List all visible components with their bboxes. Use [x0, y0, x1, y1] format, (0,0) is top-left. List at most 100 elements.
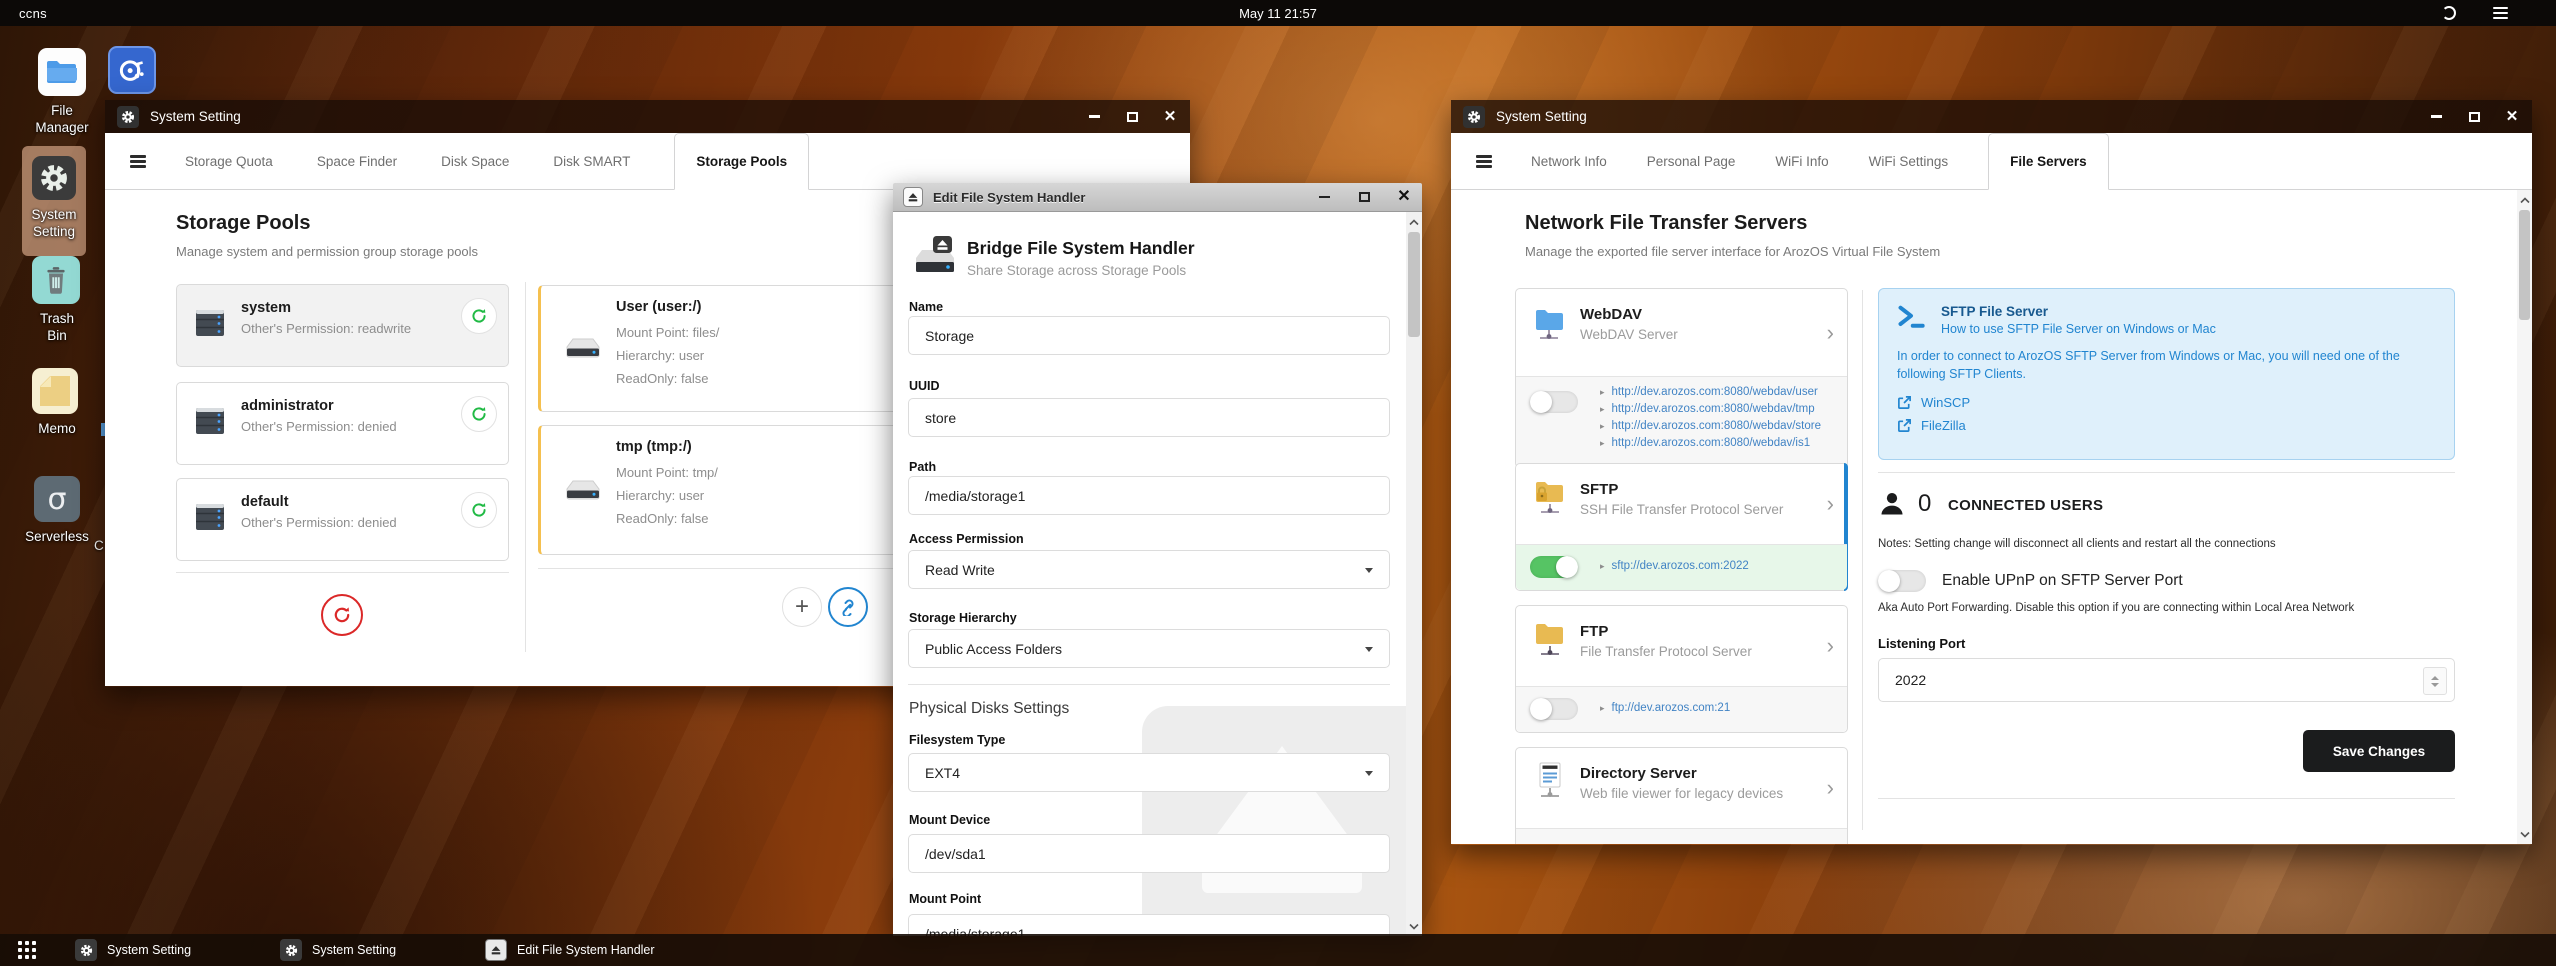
- tab-storage-pools[interactable]: Storage Pools: [674, 133, 810, 190]
- window1-tabbar: Storage Quota Space Finder Disk Space Di…: [105, 133, 1190, 190]
- upnp-toggle[interactable]: [1878, 570, 1926, 592]
- desktop-icon-file-manager[interactable]: File Manager: [30, 48, 94, 137]
- access-permission-select[interactable]: Read Write: [908, 550, 1390, 589]
- mount-readonly: ReadOnly: false: [616, 371, 709, 386]
- pool-card-default[interactable]: default Other's Permission: denied: [176, 478, 509, 561]
- window3-titlebar[interactable]: System Setting ✕: [1451, 100, 2532, 133]
- window2-content: Bridge File System Handler Share Storage…: [893, 212, 1422, 936]
- scroll-down-icon[interactable]: [2517, 826, 2532, 842]
- scroll-thumb[interactable]: [1408, 232, 1420, 337]
- scroll-up-icon[interactable]: [1406, 214, 1422, 230]
- window2-titlebar[interactable]: Edit File System Handler ✕: [893, 183, 1422, 212]
- number-spinner[interactable]: [2423, 667, 2447, 695]
- desktop-icon-memo[interactable]: Memo: [32, 368, 82, 438]
- webdav-link[interactable]: ▸ http://dev.arozos.com:8080/webdav/tmp: [1600, 403, 1815, 415]
- scroll-thumb[interactable]: [2519, 210, 2530, 320]
- tab-file-servers[interactable]: File Servers: [1988, 133, 2109, 190]
- disk-drive-icon: [563, 478, 603, 507]
- scroll-down-icon[interactable]: [1406, 918, 1422, 934]
- server-card-webdav[interactable]: WebDAV WebDAV Server › ▸ http://dev.arozo…: [1515, 288, 1848, 468]
- pool-card-administrator[interactable]: administrator Other's Permission: denied: [176, 382, 509, 465]
- upnp-desc: Aka Auto Port Forwarding. Disable this o…: [1878, 602, 2355, 614]
- close-button[interactable]: ✕: [1162, 109, 1178, 125]
- webdav-link[interactable]: ▸ http://dev.arozos.com:8080/webdav/user: [1600, 386, 1818, 398]
- uuid-input[interactable]: [908, 398, 1390, 437]
- scroll-up-icon[interactable]: [2517, 192, 2532, 208]
- gear-icon: [1463, 105, 1485, 128]
- tab-menu-icon[interactable]: [130, 155, 146, 168]
- sftp-link[interactable]: ▸ sftp://dev.arozos.com:2022: [1600, 560, 1749, 572]
- chevron-right-icon[interactable]: ›: [1827, 633, 1834, 659]
- winscp-link[interactable]: WinSCP: [1897, 395, 1970, 410]
- listening-port-input[interactable]: 2022: [1878, 658, 2455, 702]
- system-menu-icon[interactable]: [2493, 7, 2508, 19]
- mount-device-input[interactable]: [908, 834, 1390, 873]
- chevron-right-icon[interactable]: ›: [1827, 491, 1834, 517]
- pool-permission: Other's Permission: denied: [241, 515, 397, 530]
- pool-sync-button[interactable]: [461, 492, 497, 528]
- maximize-button[interactable]: [1124, 109, 1140, 125]
- tab-disk-space[interactable]: Disk Space: [441, 133, 509, 189]
- loading-ring-icon[interactable]: [2442, 6, 2456, 20]
- path-input[interactable]: [908, 476, 1390, 515]
- name-input[interactable]: [908, 316, 1390, 355]
- ftp-toggle[interactable]: [1530, 698, 1578, 720]
- desktop-icon-media-player[interactable]: [108, 46, 156, 94]
- desktop-icon-system-setting[interactable]: System Setting: [22, 156, 86, 241]
- server-card-ftp[interactable]: FTP File Transfer Protocol Server › ▸ ftp…: [1515, 605, 1848, 733]
- maximize-button[interactable]: [2466, 109, 2482, 125]
- caret-down-icon: [1365, 568, 1373, 573]
- app-launcher-icon[interactable]: [18, 941, 36, 959]
- panel-divider-bottom: [1878, 798, 2455, 799]
- webdav-link[interactable]: ▸ http://dev.arozos.com:8080/webdav/is1: [1600, 437, 1810, 449]
- sftp-folder-lock-icon: [1533, 477, 1567, 524]
- ftp-link[interactable]: ▸ ftp://dev.arozos.com:21: [1600, 702, 1730, 714]
- maximize-button[interactable]: [1356, 189, 1372, 205]
- tab-space-finder[interactable]: Space Finder: [317, 133, 397, 189]
- minimize-button[interactable]: [2428, 109, 2444, 125]
- tab-personal-page[interactable]: Personal Page: [1647, 133, 1736, 189]
- taskbar-item-system-setting-1[interactable]: System Setting: [75, 938, 191, 962]
- add-mount-button[interactable]: +: [782, 587, 822, 627]
- minimize-button[interactable]: [1316, 189, 1332, 205]
- webdav-toggle[interactable]: [1530, 391, 1578, 413]
- chevron-right-icon[interactable]: ›: [1827, 320, 1834, 346]
- server-rack-icon: [192, 307, 228, 344]
- tab-menu-icon[interactable]: [1476, 155, 1492, 168]
- desktop-icon-trash-bin[interactable]: Trash Bin: [32, 256, 82, 345]
- taskbar-item-edit-fsh[interactable]: Edit File System Handler: [485, 938, 655, 962]
- pool-list-divider: [176, 572, 509, 573]
- filezilla-link[interactable]: FileZilla: [1897, 418, 1966, 433]
- column-divider: [525, 282, 526, 652]
- close-button[interactable]: ✕: [2504, 109, 2520, 125]
- gear-icon: [75, 939, 97, 961]
- filesystem-type-select[interactable]: EXT4: [908, 753, 1390, 792]
- server-rack-icon: [192, 405, 228, 442]
- close-button[interactable]: ✕: [1396, 189, 1412, 205]
- desktop-icon-serverless[interactable]: σ Serverless: [24, 476, 90, 546]
- chevron-right-icon[interactable]: ›: [1827, 775, 1834, 801]
- window3-scrollbar[interactable]: [2517, 190, 2532, 844]
- mount-point-input[interactable]: [908, 914, 1390, 936]
- mount-hierarchy: Hierarchy: user: [616, 348, 705, 363]
- taskbar-item-system-setting-2[interactable]: System Setting: [280, 938, 396, 962]
- pool-sync-button[interactable]: [461, 298, 497, 334]
- tab-network-info[interactable]: Network Info: [1531, 133, 1607, 189]
- tab-storage-quota[interactable]: Storage Quota: [185, 133, 273, 189]
- tab-wifi-settings[interactable]: WiFi Settings: [1869, 133, 1949, 189]
- tab-disk-smart[interactable]: Disk SMART: [553, 133, 630, 189]
- reload-pools-button[interactable]: [321, 594, 363, 636]
- webdav-link[interactable]: ▸ http://dev.arozos.com:8080/webdav/store: [1600, 420, 1821, 432]
- tab-wifi-info[interactable]: WiFi Info: [1775, 133, 1828, 189]
- bridge-link-button[interactable]: [828, 587, 868, 627]
- window2-scrollbar[interactable]: [1406, 212, 1422, 936]
- pool-card-system[interactable]: system Other's Permission: readwrite: [176, 284, 509, 367]
- window1-titlebar[interactable]: System Setting ✕: [105, 100, 1190, 133]
- sftp-toggle[interactable]: [1530, 556, 1578, 578]
- server-card-sftp[interactable]: SFTP SSH File Transfer Protocol Server ›…: [1515, 463, 1848, 591]
- minimize-button[interactable]: [1086, 109, 1102, 125]
- pool-sync-button[interactable]: [461, 396, 497, 432]
- storage-hierarchy-select[interactable]: Public Access Folders: [908, 629, 1390, 668]
- save-changes-button[interactable]: Save Changes: [2303, 730, 2455, 772]
- server-card-directory[interactable]: Directory Server Web file viewer for leg…: [1515, 747, 1848, 844]
